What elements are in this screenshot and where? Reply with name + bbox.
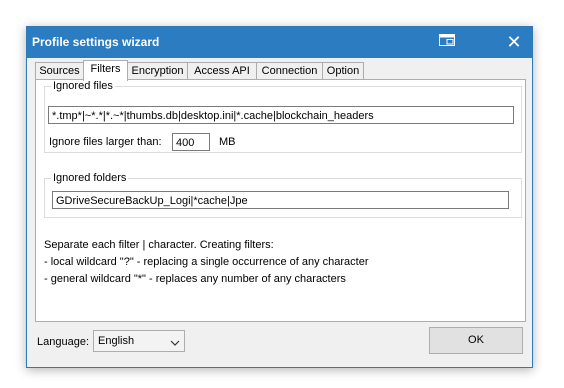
tab-access-api[interactable]: Access API [187,62,257,80]
size-limit-input[interactable]: 400 [172,133,210,151]
ignored-files-legend: Ignored files [53,80,113,92]
language-value: English [98,335,135,347]
filter-help-text: Separate each filter | character. Creati… [44,237,369,288]
tab-option[interactable]: Option [322,62,364,80]
language-label: Language: [37,336,89,348]
help-line: Separate each filter | character. Creati… [44,239,274,251]
help-line: - local wildcard "?" - replacing a singl… [44,256,369,268]
close-icon: ✕ [506,32,522,52]
tab-encryption[interactable]: Encryption [127,62,188,80]
size-limit-label: Ignore files larger than: [49,136,162,148]
help-line: - general wildcard "*" - replaces any nu… [44,273,346,285]
restore-window-icon[interactable] [438,33,456,47]
tab-sources[interactable]: Sources [35,62,84,80]
settings-dialog: Profile settings wizard ✕ Sources Filter… [26,26,533,368]
close-button[interactable]: ✕ [499,30,529,54]
size-unit-label: MB [219,136,236,148]
title-bar[interactable]: Profile settings wizard ✕ [27,27,532,58]
ignored-files-input[interactable]: *.tmp*|~*.*|*.~*|thumbs.db|desktop.ini|*… [48,106,514,124]
chevron-down-icon [170,335,180,346]
ignored-folders-input[interactable]: GDriveSecureBackUp_Logi|*cache|Jpe [52,191,509,209]
language-select[interactable]: English [93,330,185,352]
ignored-folders-legend: Ignored folders [53,172,127,184]
ok-button[interactable]: OK [429,327,523,354]
tab-connection[interactable]: Connection [256,62,323,80]
window-title: Profile settings wizard [32,35,160,49]
tab-filters[interactable]: Filters [83,60,128,81]
filters-panel: Ignored files *.tmp*|~*.*|*.~*|thumbs.db… [35,79,526,322]
